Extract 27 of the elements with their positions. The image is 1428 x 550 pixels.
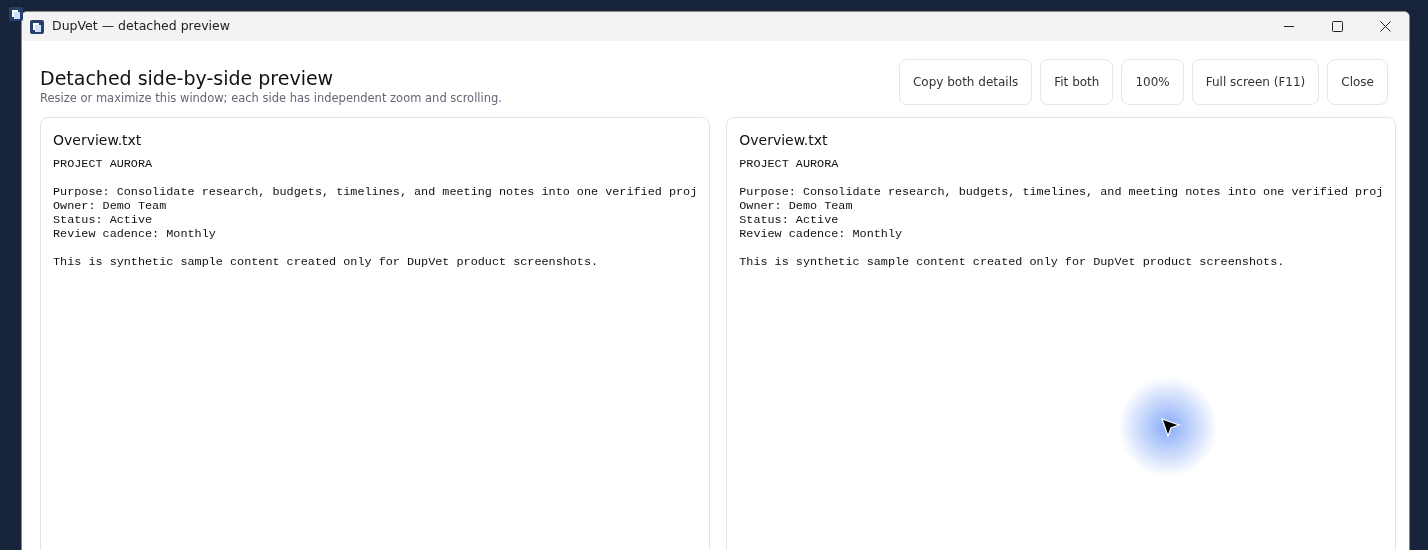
text-line: PROJECT AURORA [53, 157, 154, 172]
text-line: Owner: Demo Team [53, 199, 168, 214]
toolbar-button[interactable]: Full screen (F11) [1191, 59, 1320, 105]
toolbar-button[interactable]: Copy both details [898, 59, 1033, 105]
text-line: Purpose: Consolidate research, budgets, timelines, and meeting notes into one verified proj [53, 185, 698, 200]
text-line: Status: Active [53, 213, 154, 228]
text-line: Purpose: Consolidate research, budgets, timelines, and meeting notes into one verified proj [739, 185, 1384, 200]
text-line: Status: Active [739, 213, 840, 228]
close-icon [1379, 21, 1391, 32]
toolbar-button[interactable]: Fit both [1040, 59, 1114, 105]
toolbar-button[interactable]: Close [1327, 59, 1388, 105]
file-name: Overview.txt [53, 131, 143, 151]
text-line: Review cadence: Monthly [53, 227, 217, 242]
maximize-icon [1331, 21, 1343, 32]
text-line: This is synthetic sample content created only for DupVet product screenshots. [53, 255, 600, 270]
toolbar-button[interactable]: 100% [1121, 59, 1184, 105]
page-title: Detached side-by-side preview [40, 67, 335, 90]
page-subtitle: Resize or maximize this window; each side has independent zoom and scrolling. [40, 89, 502, 107]
cursor-icon [1118, 377, 1218, 477]
text-line: PROJECT AURORA [739, 157, 840, 172]
text-line: This is synthetic sample content created only for DupVet product screenshots. [739, 255, 1286, 270]
text-line: Owner: Demo Team [739, 199, 854, 214]
app-icon [30, 19, 44, 34]
window-title: DupVet — detached preview [52, 17, 230, 36]
file-name: Overview.txt [739, 131, 829, 151]
text-line: Review cadence: Monthly [739, 227, 904, 242]
minimize-icon [1284, 25, 1294, 28]
